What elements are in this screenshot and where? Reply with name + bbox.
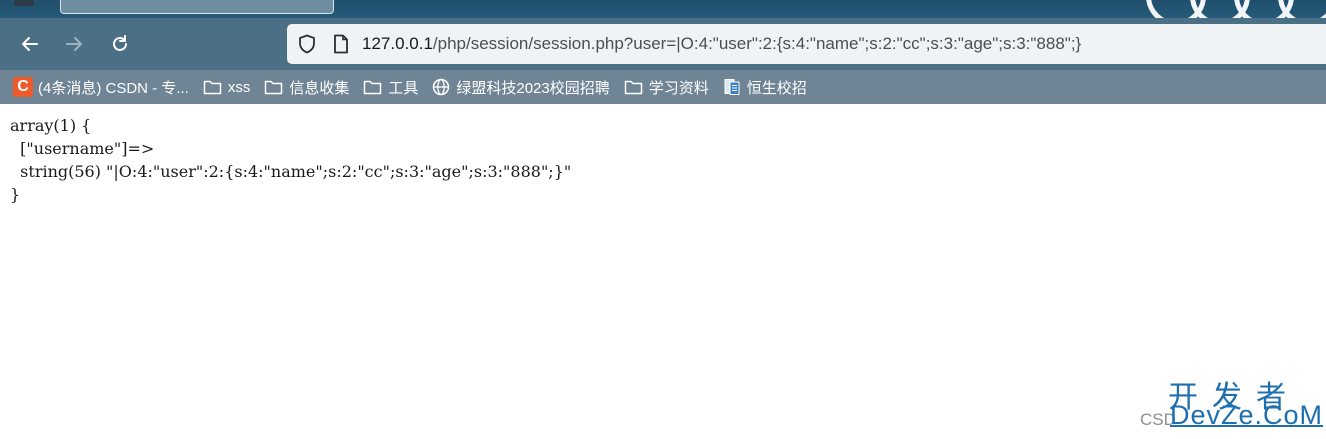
bookmark-nsfocus-recruit[interactable]: 绿盟科技2023校园招聘	[432, 75, 610, 99]
bookmark-label: 学习资料	[648, 79, 709, 97]
folder-icon	[364, 80, 382, 95]
url-host: 127.0.0.1	[362, 34, 433, 53]
bookmark-csdn[interactable]: C (4条消息) CSDN - 专...	[13, 75, 189, 99]
bookmark-label: (4条消息) CSDN - 专...	[38, 79, 189, 97]
document-icon	[724, 79, 740, 95]
tab-inactive[interactable]	[14, 0, 34, 6]
browser-toolbar: 127.0.0.1/php/session/session.php?user=|…	[0, 18, 1326, 70]
bookmark-label: 恒生校招	[746, 79, 807, 97]
csdn-icon: C	[13, 77, 33, 97]
page-icon[interactable]	[330, 33, 352, 55]
page-content: array(1) { ["username"]=> string(56) "|O…	[10, 114, 571, 206]
bookmark-label: 工具	[388, 79, 419, 97]
arrow-right-icon	[66, 37, 82, 51]
bookmark-xss[interactable]: xss	[203, 75, 251, 99]
reload-button[interactable]	[104, 28, 136, 60]
reload-icon	[113, 35, 127, 51]
arrow-left-icon	[22, 37, 38, 51]
url-path: /php/session/session.php?user=|O:4:"user…	[432, 34, 1082, 53]
folder-icon	[624, 80, 642, 95]
back-button[interactable]	[14, 28, 46, 60]
bookmark-tools[interactable]: 工具	[363, 75, 418, 99]
shield-icon[interactable]	[296, 33, 318, 55]
bookmark-hundsun-recruit[interactable]: 恒生校招	[723, 75, 807, 99]
bookmark-label: 信息收集	[289, 79, 350, 97]
watermark-en: DevZe.CoM	[1170, 400, 1324, 430]
folder-icon	[265, 80, 283, 95]
bookmarks-bar: C (4条消息) CSDN - 专... xss 信息收集 工具 绿盟科技202…	[0, 70, 1326, 104]
tab-active[interactable]	[60, 0, 334, 14]
dump-line: ["username"]=>	[10, 139, 155, 158]
url-bar[interactable]: 127.0.0.1/php/session/session.php?user=|…	[287, 24, 1326, 64]
forward-button[interactable]	[58, 28, 90, 60]
dump-line: string(56) "|O:4:"user":2:{s:4:"name";s:…	[10, 162, 572, 181]
bookmark-info-gathering[interactable]: 信息收集	[264, 75, 349, 99]
tab-strip	[0, 0, 1326, 18]
dump-line: array(1) {	[10, 116, 92, 135]
url-text[interactable]: 127.0.0.1/php/session/session.php?user=|…	[362, 34, 1081, 54]
audi-rings-logo	[1146, 0, 1326, 18]
bookmark-study-materials[interactable]: 学习资料	[624, 75, 709, 99]
bookmark-label: xss	[227, 78, 251, 96]
bookmark-label: 绿盟科技2023校园招聘	[456, 79, 610, 97]
globe-icon	[433, 78, 450, 96]
folder-icon	[203, 80, 222, 95]
dump-line: }	[10, 185, 21, 204]
